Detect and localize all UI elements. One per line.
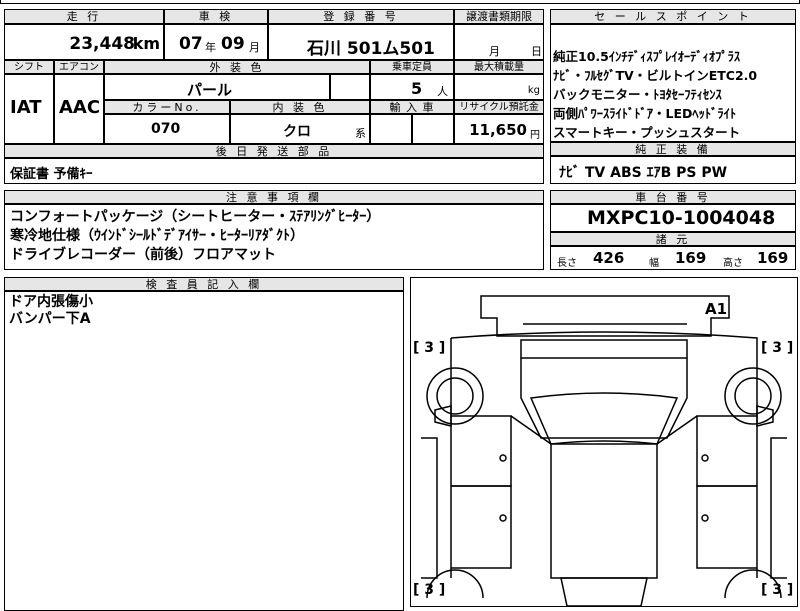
inspector-cell: ドア内張傷小 バンパー下A [4,291,404,611]
oem-equipment-value: ﾅﾋﾞ TV ABS ｴｱB PS PW [559,165,728,181]
plate-number: 石川 501ム501 [307,39,435,59]
exterior-cell: パール [104,74,330,100]
capacity-unit: 人 [437,85,448,98]
inspection-cell: 07 年 09 月 [164,24,268,60]
chassis-value: MXPC10-1004048 [587,207,776,229]
sales-point-line: バックモニター・ﾄﾖﾀｾｰﾌﾃｨｾﾝｽ [553,87,722,102]
notes-list: コンフォートパッケージ（シートヒーター・ｽﾃｱﾘﾝｸﾞﾋｰﾀｰ） 寒冷地仕様（ｳ… [10,208,380,265]
load-unit: kg [527,85,540,96]
deadline-day-unit: 日 [531,45,542,58]
sales-points-list: 純正10.5ｲﾝﾁﾃﾞｨｽﾌﾟﾚｲｵｰﾃﾞｨｵﾌﾟﾗｽ ﾅﾋﾞ・ﾌﾙｾｸﾞTV・… [553,47,757,142]
color-no-value: 070 [151,121,181,137]
exterior-value: パール [187,81,233,99]
inspector-header: 検 査 員 記 入 欄 [4,277,404,291]
color-no-cell: 070 [104,114,230,144]
max-load-header: 最大積載量 [454,60,544,74]
inspector-line: ドア内張傷小 [9,294,93,310]
chassis-cell: MXPC10-1004048 [550,204,796,232]
shift-header: シフト [4,60,54,74]
capacity-cell: 5 人 [370,74,454,100]
year-unit: 年 [205,41,216,54]
month-unit: 月 [249,41,260,54]
capacity-value: 5 [411,79,423,98]
note-line: ドライブレコーダー（前後）フロアマット [10,247,276,263]
width-label: 幅 [649,258,659,269]
color-no-header: カラーNo. [104,100,230,114]
recycle-header: リサイクル預託金 [454,100,544,114]
sales-points-box: 純正10.5ｲﾝﾁﾃﾞｨｽﾌﾟﾚｲｵｰﾃﾞｨｵﾌﾟﾗｽ ﾅﾋﾞ・ﾌﾙｾｸﾞTV・… [550,24,796,142]
later-parts-header: 後 日 発 送 部 品 [4,144,544,158]
notes-cell: コンフォートパッケージ（シートヒーター・ｽﾃｱﾘﾝｸﾞﾋｰﾀｰ） 寒冷地仕様（ｳ… [4,204,544,270]
recycle-value: 11,650 [469,121,527,139]
sales-point-line: スマートキー・プッシュスタート [553,125,741,140]
shift-value: IAT [10,97,42,118]
length-value: 426 [593,249,625,267]
interior-header: 内 装 色 [230,100,370,114]
chassis-header: 車 台 番 号 [550,190,796,204]
height-label: 高さ [723,258,743,269]
interior-cell: クロ 系 [230,114,370,144]
inspection-header: 車 検 [164,9,268,24]
shift-cell: IAT [4,74,54,144]
notes-header: 注 意 事 項 欄 [4,190,544,204]
mileage-value: 23,448 [69,34,135,54]
vehicle-diagram-box: A1 [ 3 ] [ 3 ] [ 3 ] [ 3 ] [410,277,798,607]
aircon-value: AAC [59,97,101,118]
note-line: 寒冷地仕様（ｳｲﾝﾄﾞｼｰﾙﾄﾞﾃﾞｱｲｻｰ・ﾋｰﾀｰﾘｱﾀﾞｸﾄ） [10,228,304,244]
aircon-header: エアコン [54,60,104,74]
car-outline-diagram [421,295,787,606]
registration-header: 登 録 番 号 [268,9,454,24]
recycle-unit: 円 [530,130,540,141]
dims-header: 諸 元 [550,232,796,246]
inspection-month: 09 [221,34,245,54]
later-parts-cell: 保証書 予備ｷｰ [4,158,544,184]
inspector-line: バンパー下A [9,311,91,327]
length-label: 長さ [557,258,577,269]
mileage-cell: 23,448 km [4,24,164,60]
interior-value: クロ [283,124,311,140]
exterior-spare-cell [330,74,370,100]
dims-cell: 長さ 426 幅 169 高さ 169 [550,246,796,270]
mileage-header: 走 行 [4,9,164,24]
sales-point-line: 両側ﾊﾟﾜｰｽﾗｲﾄﾞﾄﾞｱ・LEDﾍｯﾄﾞﾗｲﾄ [553,106,737,121]
oem-equipment-header: 純 正 装 備 [550,142,796,156]
deadline-month-unit: 月 [489,45,500,58]
import-cell-b [412,114,454,144]
inspector-list: ドア内張傷小 バンパー下A [9,294,93,328]
max-load-cell: kg [454,74,544,100]
sales-point-line: ﾅﾋﾞ・ﾌﾙｾｸﾞTV・ビルトインETC2.0 [553,68,758,83]
sales-point-line: 純正10.5ｲﾝﾁﾃﾞｨｽﾌﾟﾚｲｵｰﾃﾞｨｵﾌﾟﾗｽ [553,49,741,64]
later-parts-value: 保証書 予備ｷｰ [10,167,93,182]
inspection-year: 07 [179,34,203,54]
transfer-deadline-header: 譲渡書類期限 [454,9,544,24]
note-line: コンフォートパッケージ（シートヒーター・ｽﾃｱﾘﾝｸﾞﾋｰﾀｰ） [10,209,381,225]
recycle-cell: 11,650 円 [454,114,544,144]
import-cell-a [370,114,412,144]
oem-equipment-cell: ﾅﾋﾞ TV ABS ｴｱB PS PW [550,156,796,184]
mileage-unit: km [132,34,160,53]
width-value: 169 [675,249,707,267]
capacity-header: 乗車定員 [370,60,454,74]
exterior-header: 外 装 色 [104,60,370,74]
sales-points-header: セ ー ル ス ポ イ ン ト [550,9,796,24]
interior-suffix: 系 [355,127,366,140]
aircon-cell: AAC [54,74,104,144]
transfer-deadline-cell: 月 日 [454,24,544,60]
registration-cell: 石川 501ム501 [268,24,454,60]
height-value: 169 [757,249,789,267]
import-header: 輸 入 車 [370,100,454,114]
